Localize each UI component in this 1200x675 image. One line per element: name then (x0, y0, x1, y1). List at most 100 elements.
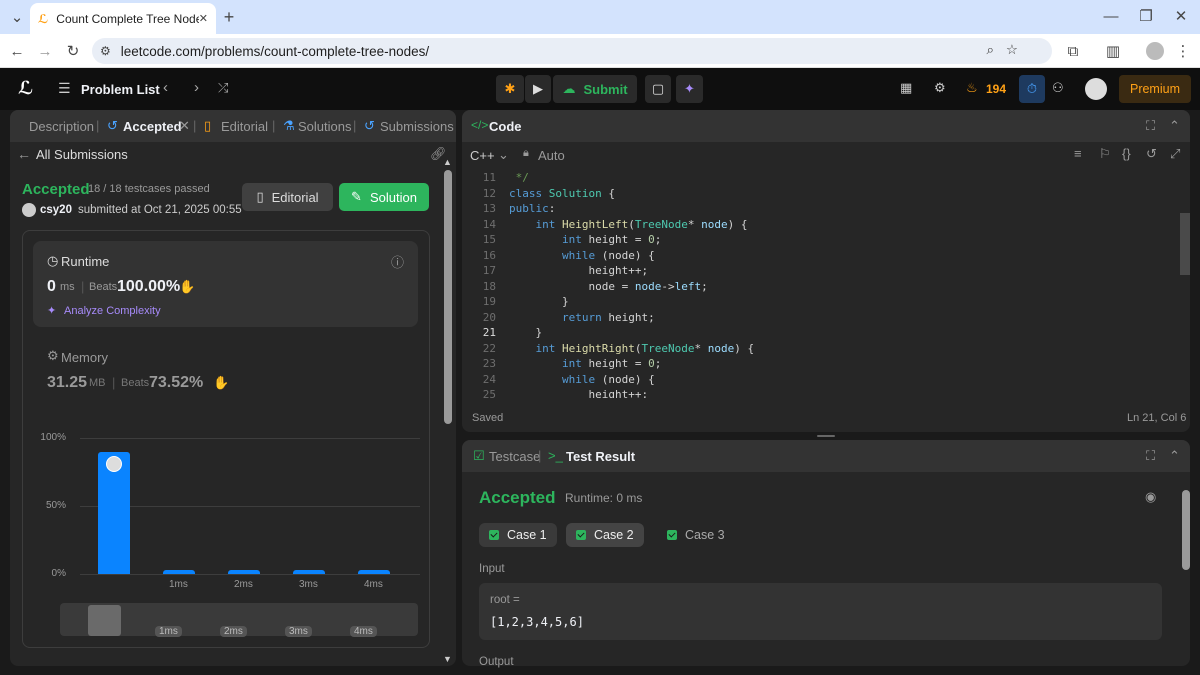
tab-close-icon[interactable]: ✕ (199, 12, 208, 25)
site-info-icon[interactable]: ⚙ (100, 44, 111, 58)
tab-editorial[interactable]: Editorial (221, 119, 268, 134)
user-avatar[interactable] (1085, 78, 1107, 100)
editorial-button[interactable]: ▯ Editorial (242, 183, 333, 211)
collapse-icon[interactable]: ⌃ (1169, 448, 1180, 464)
next-problem-icon[interactable]: › (194, 79, 199, 96)
chart-bar[interactable] (163, 570, 195, 574)
testcase-tab[interactable]: Testcase (489, 449, 540, 464)
x-tick-label: 1ms (169, 579, 188, 590)
bookmark-star-icon[interactable]: ☆ (1006, 42, 1018, 58)
case-2-tab[interactable]: Case 2 (566, 523, 644, 547)
tab-divider: | (272, 118, 276, 133)
bookmark-icon[interactable]: ⚐ (1099, 146, 1111, 162)
code-line: height++; (588, 264, 649, 277)
solution-button[interactable]: ✎ Solution (339, 183, 429, 211)
ai-assistant-button[interactable]: ✦ (676, 75, 703, 103)
submitter-avatar[interactable] (22, 203, 36, 217)
scroll-up-icon[interactable]: ▲ (443, 157, 452, 167)
code-scrollbar[interactable] (1180, 213, 1190, 275)
stopwatch-icon: ⏱ (1026, 81, 1038, 96)
param-name: root = (490, 594, 520, 606)
reset-icon[interactable]: ↺ (1146, 146, 1157, 162)
eye-icon[interactable]: ◉ (1145, 489, 1156, 505)
problem-list-link[interactable]: Problem List (81, 82, 160, 97)
browser-tab[interactable]: ℒ Count Complete Tree Nodes - L ✕ (30, 3, 216, 34)
run-button[interactable]: ▶ (525, 75, 551, 103)
result-scrollbar-thumb[interactable] (1182, 490, 1190, 570)
resize-handle[interactable] (817, 435, 835, 437)
chart-bar[interactable] (358, 570, 390, 574)
leetcode-logo-icon[interactable]: ℒ (18, 78, 33, 99)
reload-icon[interactable]: ↻ (62, 40, 84, 62)
zoom-icon[interactable]: ⌕ (986, 42, 994, 58)
prev-problem-icon[interactable]: ‹ (163, 79, 168, 96)
sidebar-icon[interactable]: ▥ (1102, 40, 1124, 62)
forward-icon[interactable]: → (34, 40, 56, 62)
line-number: 11 (482, 171, 496, 184)
case-1-tab[interactable]: Case 1 (479, 523, 557, 547)
range-handle[interactable] (88, 605, 121, 636)
chart-bar[interactable] (228, 570, 260, 574)
maximize-icon[interactable]: ⛶ (1146, 118, 1155, 134)
left-scrollbar-thumb[interactable] (444, 170, 452, 424)
scroll-down-icon[interactable]: ▼ (443, 654, 452, 664)
debug-button[interactable]: ✱ (496, 75, 524, 103)
restore-button[interactable]: ❐ (1135, 5, 1157, 27)
chart-bar[interactable] (293, 570, 325, 574)
profile-avatar[interactable] (1146, 42, 1164, 60)
format-icon[interactable]: ≡ (1074, 146, 1082, 161)
history-icon: ↺ (364, 118, 375, 133)
premium-button[interactable]: Premium (1119, 75, 1191, 103)
beats-label: Beats (89, 281, 118, 293)
tab-search-icon[interactable]: ⌄ (6, 6, 28, 28)
add-friend-icon[interactable]: ⚇ (1052, 80, 1064, 96)
code-editor[interactable]: 11 */ 12 class Solution {13 public: 14 int H… (462, 168, 1182, 398)
tab-solutions[interactable]: Solutions (298, 119, 351, 134)
tab-description[interactable]: Description (29, 119, 94, 134)
language-select[interactable]: C++ (470, 148, 495, 163)
close-window-button[interactable]: ✕ (1170, 5, 1192, 27)
maximize-icon[interactable]: ⛶ (1146, 448, 1155, 464)
url-field[interactable]: ⚙ leetcode.com/problems/count-complete-t… (92, 38, 1052, 64)
info-icon[interactable]: ⓘ (391, 252, 404, 271)
layout-icon[interactable]: ▦ (900, 80, 912, 96)
tab-submissions[interactable]: Submissions (380, 119, 454, 134)
runtime-card[interactable]: ◷ Runtime ⓘ 0 ms | Beats 100.00% ✋ ✦ Ana… (33, 241, 418, 327)
all-submissions-link[interactable]: All Submissions (36, 147, 128, 162)
browser-menu-icon[interactable]: ⋮ (1172, 40, 1194, 62)
input-label: Input (479, 563, 505, 575)
collapse-icon[interactable]: ⌃ (1169, 118, 1180, 134)
tab-accepted[interactable]: Accepted (123, 119, 182, 134)
submitter-name[interactable]: csy20 (40, 204, 72, 216)
chart-range-slider[interactable]: 1ms 2ms 3ms 4ms (60, 603, 418, 637)
timer-button[interactable]: ⏱ (1019, 75, 1045, 103)
tab-close-icon[interactable]: ✕ (179, 118, 190, 134)
address-bar-row: ← → ↻ ⚙ leetcode.com/problems/count-comp… (0, 34, 1200, 68)
minimize-button[interactable]: — (1100, 5, 1122, 27)
problem-list-icon[interactable]: ☰ (58, 80, 71, 97)
new-tab-button[interactable]: + (218, 6, 240, 28)
settings-gear-icon[interactable]: ⚙ (934, 80, 946, 96)
submit-button[interactable]: ☁ Submit (553, 75, 637, 103)
case-3-tab[interactable]: Case 3 (657, 523, 735, 547)
back-icon[interactable]: ← (6, 40, 28, 62)
fullscreen-icon[interactable]: ⤢ (1170, 146, 1180, 162)
analyze-complexity-link[interactable]: Analyze Complexity (64, 305, 161, 317)
random-problem-icon[interactable]: ⤮ (218, 80, 228, 96)
editorial-button-label: Editorial (271, 189, 319, 205)
line-number: 20 (482, 310, 496, 324)
runtime-value: 0 (47, 278, 56, 295)
case-label: Case 2 (594, 528, 634, 542)
auto-mode[interactable]: Auto (538, 148, 565, 163)
test-result-tab[interactable]: Test Result (566, 449, 635, 464)
chevron-down-icon[interactable]: ⌄ (498, 147, 509, 163)
extensions-icon[interactable]: ⧉ (1062, 40, 1084, 62)
notes-button[interactable]: ▢ (645, 75, 671, 103)
submission-status: Accepted (22, 181, 90, 198)
back-arrow-icon[interactable]: ← (17, 146, 31, 162)
braces-icon[interactable]: {} (1122, 146, 1131, 161)
streak-count[interactable]: 194 (986, 82, 1006, 96)
grid-line (80, 438, 420, 439)
line-number: 19 (482, 295, 496, 308)
memory-card[interactable]: ⚙ Memory 31.25 MB | Beats 73.52% ✋ (33, 342, 418, 402)
